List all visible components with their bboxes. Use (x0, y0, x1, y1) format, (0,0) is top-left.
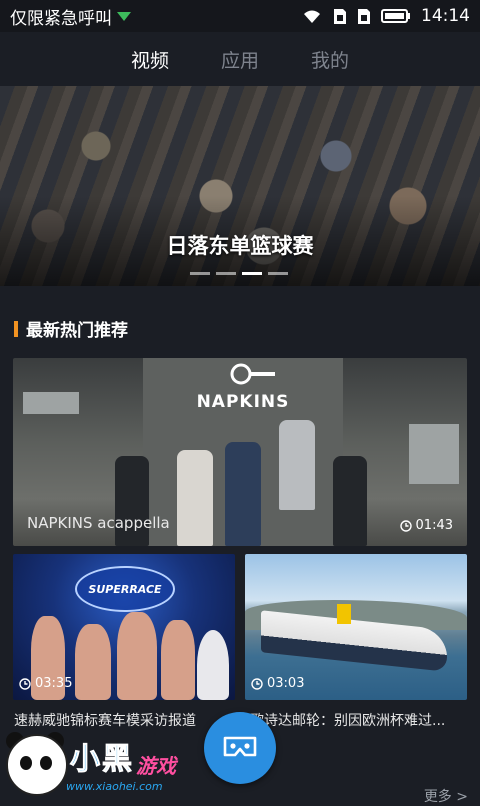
tab-apps[interactable]: 应用 (221, 46, 259, 73)
thumbnail-figure (177, 450, 213, 546)
thumbnail-window (409, 424, 459, 484)
battery-icon (381, 9, 410, 23)
watermark-brand: 小黑 (70, 742, 134, 778)
thumbnail-figure (75, 624, 111, 700)
thumbnail-figure (161, 620, 195, 700)
superrace-logo: SUPERRACE (75, 566, 175, 612)
vr-headset-icon (223, 736, 257, 757)
tab-mine[interactable]: 我的 (311, 46, 349, 73)
watermark-url: www.xiaohei.com (66, 780, 163, 793)
carousel-dot-active (242, 272, 262, 275)
sim-card-icon (334, 8, 346, 24)
clock-icon (251, 677, 263, 690)
panda-eye (40, 756, 52, 770)
video-card-cruise[interactable]: 03:03 (245, 554, 467, 700)
status-bar: 仅限紧急呼叫 14:14 (0, 0, 480, 32)
video-duration: 03:03 (251, 676, 304, 691)
carousel-dot (216, 272, 236, 275)
top-tab-bar: 视频 应用 我的 (0, 32, 480, 86)
video-title: NAPKINS acappella (27, 514, 170, 532)
signal-down-icon (117, 12, 131, 21)
video-title[interactable]: 速赫威驰锦标赛车模采访报道 (14, 710, 196, 730)
sim-card-icon (358, 8, 370, 24)
watermark-logo: 小黑 游戏 www.xiaohei.com (0, 730, 200, 800)
video-card-napkins[interactable]: NAPKINS NAPKINS acappella 01:43 (13, 358, 467, 546)
superrace-logo-text: SUPERRACE (88, 582, 162, 596)
section-title: 最新热门推荐 (26, 321, 128, 341)
video-title[interactable]: 歌诗达邮轮：别因欧洲杯难过... (250, 710, 445, 730)
carrier-info: 仅限紧急呼叫 (10, 4, 132, 29)
section-accent-bar (14, 320, 18, 337)
watermark-brand-game: 游戏 (136, 754, 176, 778)
panda-eye (20, 756, 32, 770)
thumbnail-window (23, 392, 79, 414)
clock-icon (19, 677, 31, 690)
duration-text: 01:43 (415, 518, 453, 533)
carousel-indicator (190, 272, 288, 275)
thumbnail-figure (333, 456, 367, 546)
banner-caption: 日落东单篮球赛 (166, 234, 314, 258)
carrier-text: 仅限紧急呼叫 (10, 8, 112, 29)
video-card-superrace[interactable]: SUPERRACE 03:35 (13, 554, 235, 700)
section-header: 最新热门推荐 (14, 316, 128, 341)
duration-text: 03:03 (267, 676, 305, 691)
carousel-dot (268, 272, 288, 275)
thumbnail-figure (117, 612, 157, 700)
clock-icon (399, 519, 412, 532)
video-duration: 01:43 (399, 518, 453, 533)
thumbnail-funnel (337, 604, 351, 624)
thumbnail-figure (225, 442, 261, 546)
banner-carousel[interactable]: 日落东单篮球赛 (0, 86, 480, 286)
panda-icon (6, 734, 68, 796)
tab-video[interactable]: 视频 (131, 46, 169, 73)
thumbnail-figure (115, 456, 149, 546)
duration-text: 03:35 (35, 676, 73, 691)
video-duration: 03:35 (19, 676, 72, 691)
carousel-dot (190, 272, 210, 275)
wifi-icon (304, 10, 320, 23)
vr-play-button[interactable] (204, 712, 276, 784)
more-link[interactable]: 更多 > (424, 786, 468, 806)
thumbnail-figure (279, 420, 315, 510)
helmet-shape (197, 630, 229, 700)
napkins-logo-text: NAPKINS (196, 392, 290, 412)
clock: 14:14 (421, 6, 470, 26)
napkins-logo-icon (230, 363, 275, 385)
